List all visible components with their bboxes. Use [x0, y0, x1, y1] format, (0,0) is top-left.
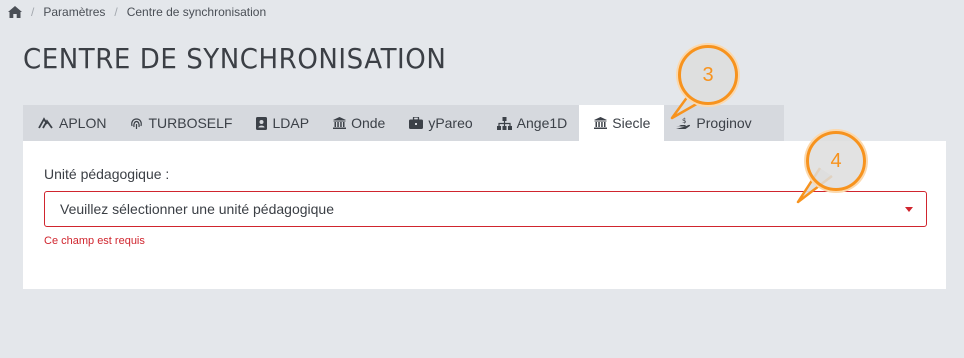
aplon-icon	[38, 117, 53, 129]
tab-label: Ange1D	[516, 115, 568, 131]
page-title: CENTRE DE SYNCHRONISATION	[23, 42, 447, 75]
required-error-message: Ce champ est requis	[44, 235, 145, 247]
tab-ypareo[interactable]: yPareo	[397, 105, 484, 141]
tab-ange1d[interactable]: Ange1D	[485, 105, 580, 141]
fingerprint-icon	[131, 117, 143, 129]
unite-pedagogique-label: Unité pédagogique :	[44, 166, 170, 182]
tab-label: LDAP	[272, 115, 310, 131]
tab-label: Siecle	[612, 115, 651, 131]
sitemap-icon	[496, 116, 512, 130]
callout-3: 3	[678, 45, 738, 105]
tab-label: APLON	[59, 115, 107, 131]
tab-onde[interactable]: Onde	[321, 105, 397, 141]
breadcrumb: / Paramètres / Centre de synchronisation	[8, 5, 266, 19]
tab-aplon[interactable]: APLON	[23, 105, 118, 141]
home-icon[interactable]	[8, 6, 22, 18]
breadcrumb-separator: /	[31, 5, 35, 19]
institution-icon	[333, 117, 347, 129]
breadcrumb-item-parametres[interactable]: Paramètres	[43, 5, 105, 19]
tab-label: yPareo	[428, 115, 473, 131]
institution-icon	[594, 117, 608, 129]
tab-siecle[interactable]: Siecle	[579, 105, 665, 141]
select-value: Veuillez sélectionner une unité pédagogi…	[60, 201, 334, 217]
tab-label: Onde	[351, 115, 386, 131]
callout-4: 4	[806, 131, 866, 191]
caret-down-icon	[905, 207, 913, 212]
address-book-icon	[256, 116, 268, 130]
briefcase-icon	[409, 117, 424, 129]
breadcrumb-item-current: Centre de synchronisation	[126, 5, 267, 19]
tab-turboself[interactable]: TURBOSELF	[118, 105, 244, 141]
tab-label: TURBOSELF	[148, 115, 233, 131]
tab-ldap[interactable]: LDAP	[244, 105, 321, 141]
breadcrumb-separator: /	[114, 5, 118, 19]
